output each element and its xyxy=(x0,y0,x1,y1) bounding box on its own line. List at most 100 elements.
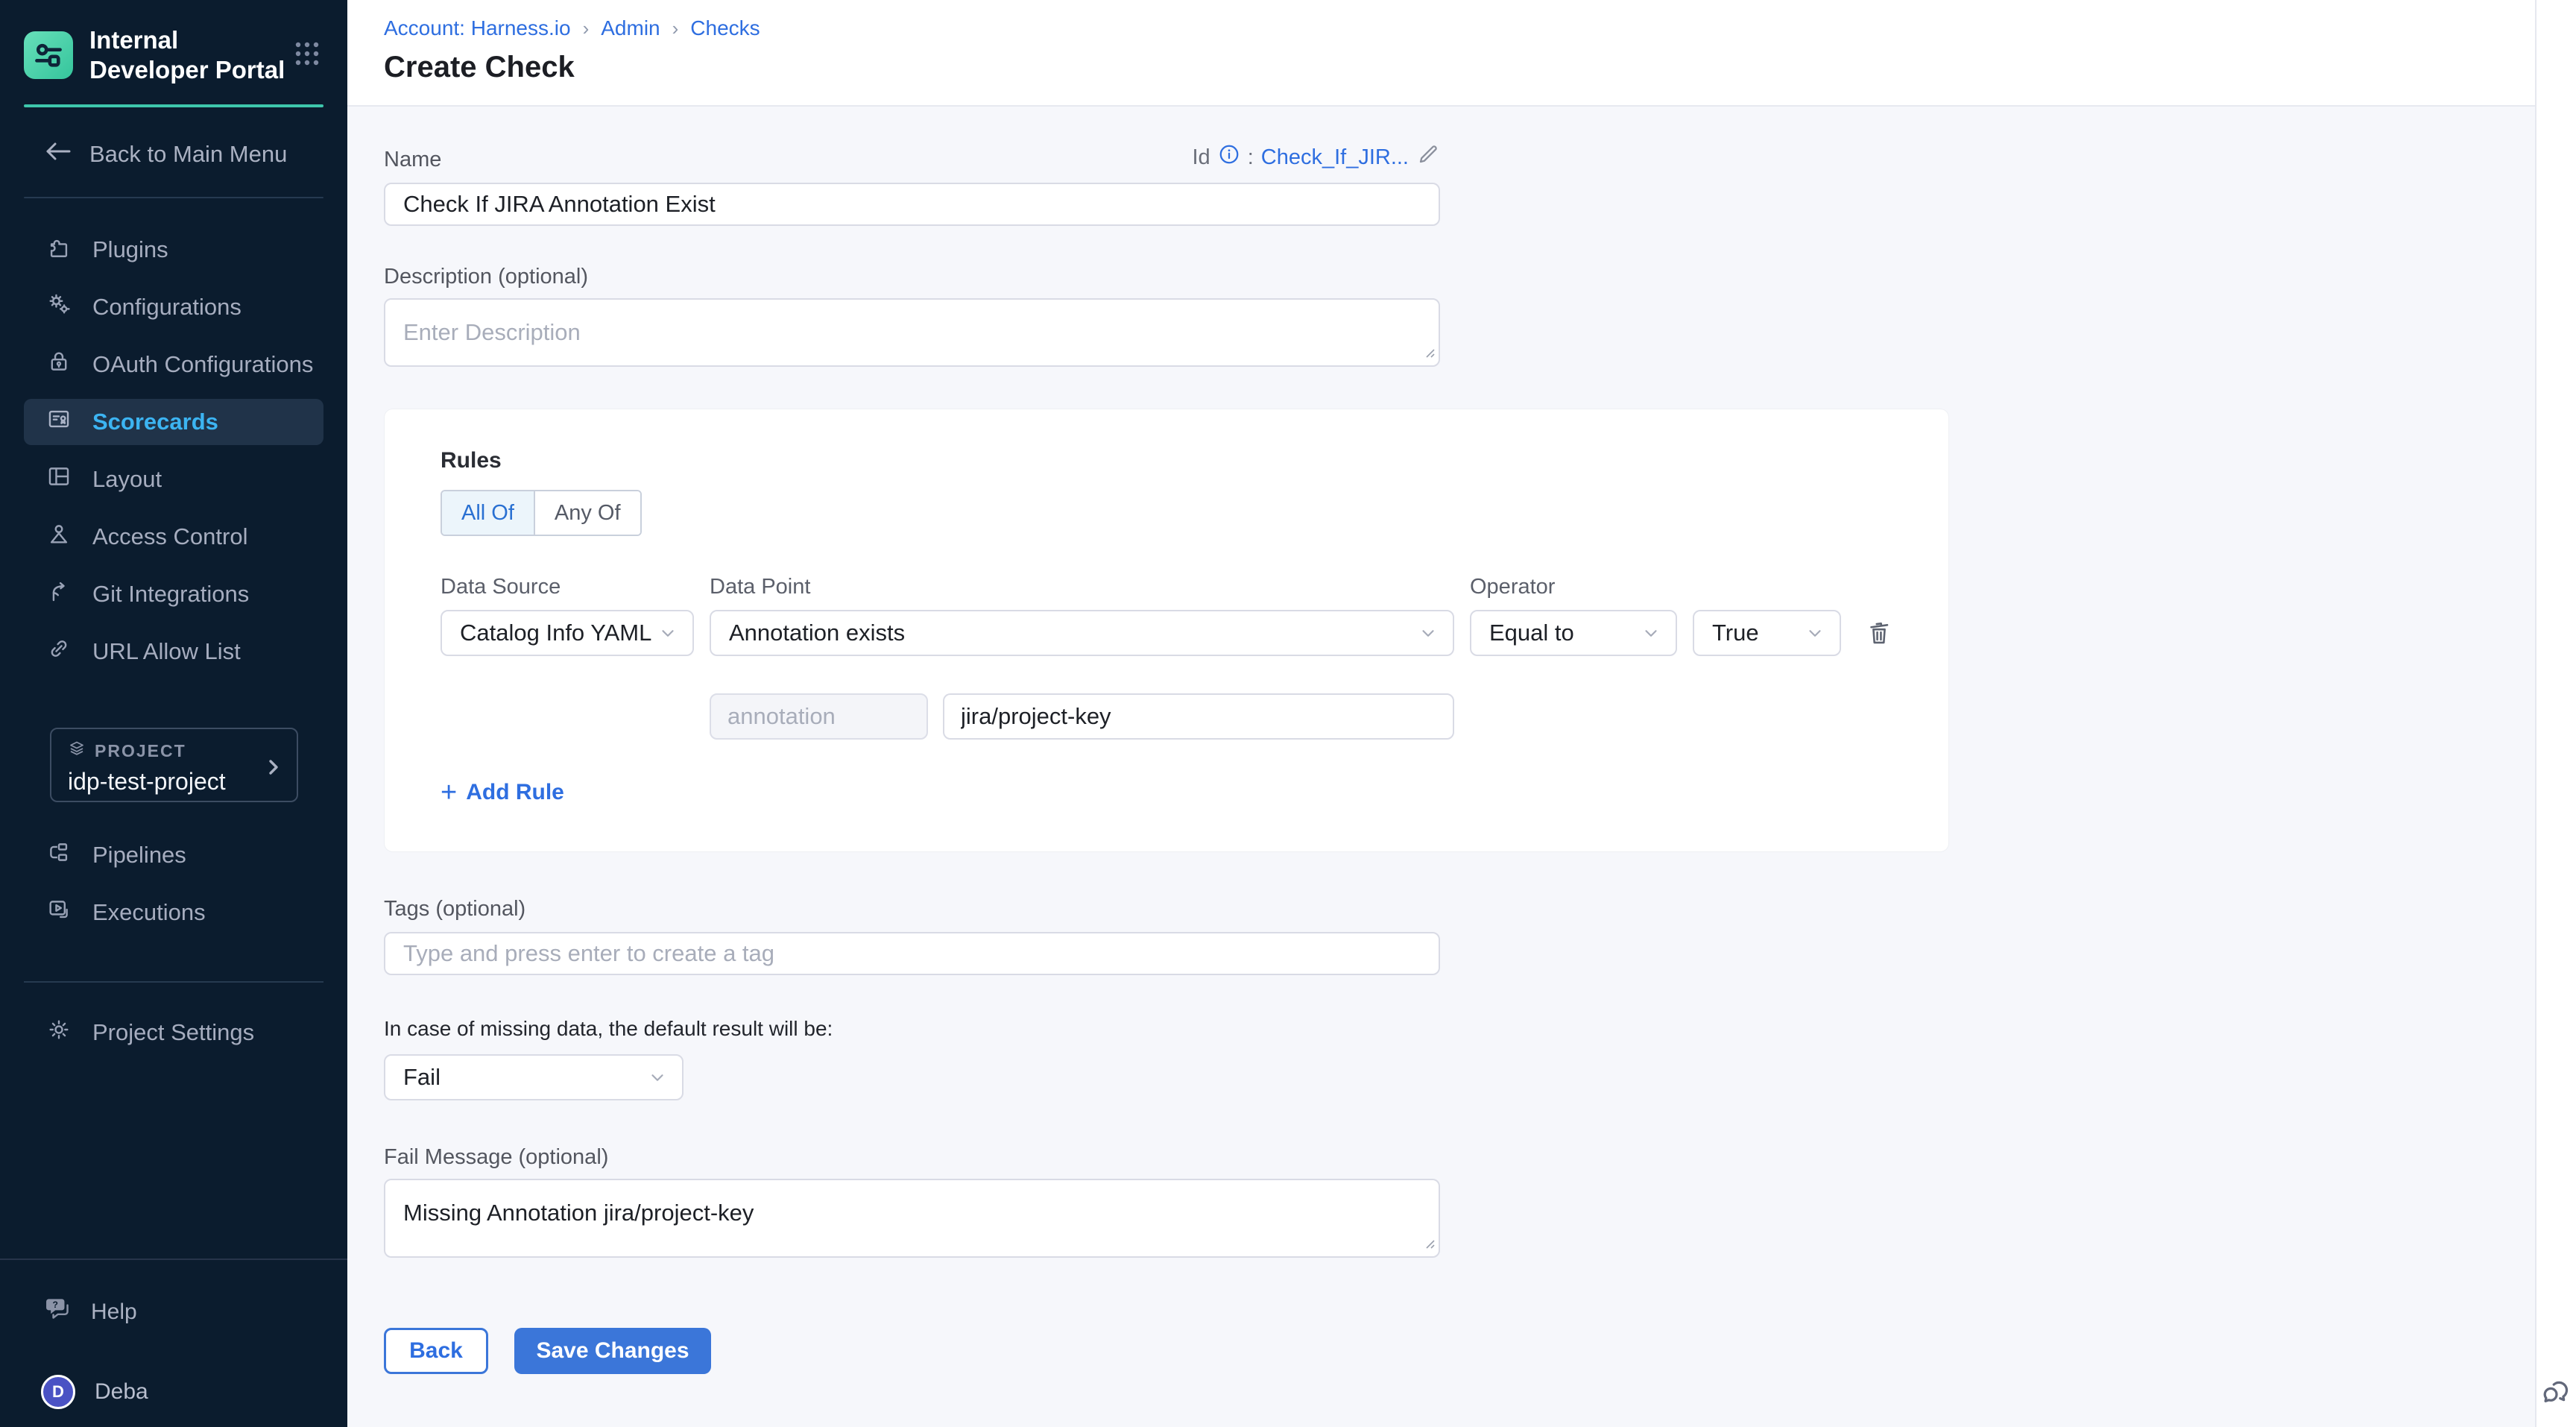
chevron-separator-icon: › xyxy=(672,17,679,40)
breadcrumb-admin[interactable]: Admin xyxy=(601,16,660,40)
id-value-link[interactable]: Check_If_JIR... xyxy=(1261,145,1409,170)
id-colon: : xyxy=(1248,145,1254,170)
sidebar-item-access-control[interactable]: Access Control xyxy=(24,514,323,560)
help-label: Help xyxy=(91,1300,137,1325)
page-header: Account: Harness.io › Admin › Checks Cre… xyxy=(347,0,2535,107)
toggle-any-of[interactable]: Any Of xyxy=(535,491,640,535)
create-check-form: Name Id : Check_If_JIR... xyxy=(347,107,2535,1427)
default-result-select[interactable]: Fail xyxy=(384,1054,684,1100)
user-menu[interactable]: D Deba xyxy=(0,1375,347,1409)
info-icon[interactable] xyxy=(1218,143,1240,171)
breadcrumb-account[interactable]: Account: Harness.io xyxy=(384,16,571,40)
id-label: Id xyxy=(1193,145,1210,170)
brand-underline xyxy=(24,104,323,107)
avatar: D xyxy=(41,1375,75,1409)
fail-message-textarea[interactable]: Missing Annotation jira/project-key xyxy=(384,1179,1440,1258)
link-icon xyxy=(46,636,72,667)
layers-icon xyxy=(68,740,86,762)
sidebar-item-label: URL Allow List xyxy=(92,638,241,665)
toggle-all-of[interactable]: All Of xyxy=(442,491,535,535)
app-title: Internal Developer Portal xyxy=(89,25,294,85)
rule-row: Data Source Data Point Operator Catalog … xyxy=(441,575,1892,740)
sidebar-item-project-settings[interactable]: Project Settings xyxy=(24,1009,323,1056)
tags-input[interactable] xyxy=(384,932,1440,975)
project-nav: Pipelines Executions xyxy=(0,832,347,947)
data-source-select[interactable]: Catalog Info YAML xyxy=(441,610,694,656)
plus-icon: + xyxy=(441,781,457,804)
sidebar-item-executions[interactable]: Executions xyxy=(24,889,323,936)
back-button[interactable]: Back xyxy=(384,1328,488,1374)
back-to-main-menu[interactable]: Back to Main Menu xyxy=(0,140,347,168)
tags-label: Tags (optional) xyxy=(384,897,2535,922)
help-button[interactable]: ? Help xyxy=(0,1296,347,1329)
sidebar-item-oauth-configurations[interactable]: OAuth Configurations xyxy=(24,341,323,388)
sidebar-item-label: Project Settings xyxy=(92,1019,254,1046)
description-textarea[interactable] xyxy=(384,298,1440,367)
scorecard-icon xyxy=(46,406,72,438)
project-selector[interactable]: PROJECT idp-test-project xyxy=(50,728,298,802)
add-rule-label: Add Rule xyxy=(466,780,564,805)
sidebar-item-layout[interactable]: Layout xyxy=(24,456,323,503)
chevron-down-icon xyxy=(1641,623,1661,643)
back-to-main-menu-label: Back to Main Menu xyxy=(89,141,287,168)
breadcrumb-checks[interactable]: Checks xyxy=(690,16,760,40)
git-branch-icon xyxy=(46,579,72,610)
sidebar: Internal Developer Portal Back to Main M… xyxy=(0,0,347,1427)
resize-grip-icon[interactable] xyxy=(1422,345,1436,362)
right-rail xyxy=(2535,0,2576,1427)
sidebar-item-configurations[interactable]: Configurations xyxy=(24,284,323,330)
sidebar-item-label: Access Control xyxy=(92,523,247,550)
sidebar-item-scorecards[interactable]: Scorecards xyxy=(24,399,323,445)
sidebar-item-git-integrations[interactable]: Git Integrations xyxy=(24,571,323,617)
resize-grip-icon[interactable] xyxy=(1422,1236,1436,1253)
rules-condition-toggle: All Of Any Of xyxy=(441,490,642,536)
sidebar-divider xyxy=(24,981,323,983)
data-source-label: Data Source xyxy=(441,575,694,599)
fail-message-label: Fail Message (optional) xyxy=(384,1145,2535,1170)
idp-logo xyxy=(24,31,73,79)
sidebar-footer: ? Help D Deba xyxy=(0,1259,347,1427)
delete-rule-button[interactable] xyxy=(1857,610,1901,656)
edit-pencil-icon[interactable] xyxy=(1416,142,1440,172)
executions-icon xyxy=(46,897,72,928)
gears-icon xyxy=(46,292,72,323)
annotation-key-input[interactable] xyxy=(710,693,928,740)
sidebar-item-plugins[interactable]: Plugins xyxy=(24,227,323,273)
rules-card: Rules All Of Any Of Data Source Data Poi… xyxy=(384,409,1949,852)
annotation-value-input[interactable] xyxy=(943,693,1454,740)
chevron-separator-icon: › xyxy=(583,17,590,40)
save-changes-button[interactable]: Save Changes xyxy=(514,1328,711,1374)
sidebar-item-label: OAuth Configurations xyxy=(92,351,313,378)
sidebar-item-label: Layout xyxy=(92,466,162,493)
svg-text:?: ? xyxy=(53,1300,58,1310)
check-name-input[interactable] xyxy=(384,183,1440,226)
main-area: Account: Harness.io › Admin › Checks Cre… xyxy=(347,0,2535,1427)
add-rule-button[interactable]: + Add Rule xyxy=(441,780,564,805)
sidebar-item-pipelines[interactable]: Pipelines xyxy=(24,832,323,878)
person-icon xyxy=(46,521,72,552)
chevron-down-icon xyxy=(1805,623,1825,643)
chevron-right-icon xyxy=(264,756,283,782)
sidebar-item-url-allow-list[interactable]: URL Allow List xyxy=(24,629,323,675)
chevron-down-icon xyxy=(1418,623,1438,643)
breadcrumb: Account: Harness.io › Admin › Checks xyxy=(384,16,2535,40)
support-chat-icon[interactable] xyxy=(2539,1374,2575,1414)
lock-icon xyxy=(46,349,72,380)
operator-value-select[interactable]: True xyxy=(1693,610,1841,656)
app-switcher-grid-icon[interactable] xyxy=(294,40,321,71)
sidebar-item-label: Executions xyxy=(92,899,206,926)
admin-nav: Plugins Configurations OAut xyxy=(0,227,347,686)
brand-row: Internal Developer Portal xyxy=(0,0,347,85)
sidebar-item-label: Git Integrations xyxy=(92,581,249,608)
data-point-select[interactable]: Annotation exists xyxy=(710,610,1454,656)
sidebar-item-label: Plugins xyxy=(92,236,168,263)
arrow-left-icon xyxy=(45,140,72,168)
sidebar-item-label: Scorecards xyxy=(92,409,218,435)
user-name: Deba xyxy=(95,1379,148,1405)
operator-label: Operator xyxy=(1470,575,1677,599)
missing-data-label: In case of missing data, the default res… xyxy=(384,1017,2535,1041)
page-title: Create Check xyxy=(384,51,2535,84)
operator-select[interactable]: Equal to xyxy=(1470,610,1677,656)
chevron-down-icon xyxy=(648,1068,667,1087)
chevron-down-icon xyxy=(658,623,678,643)
